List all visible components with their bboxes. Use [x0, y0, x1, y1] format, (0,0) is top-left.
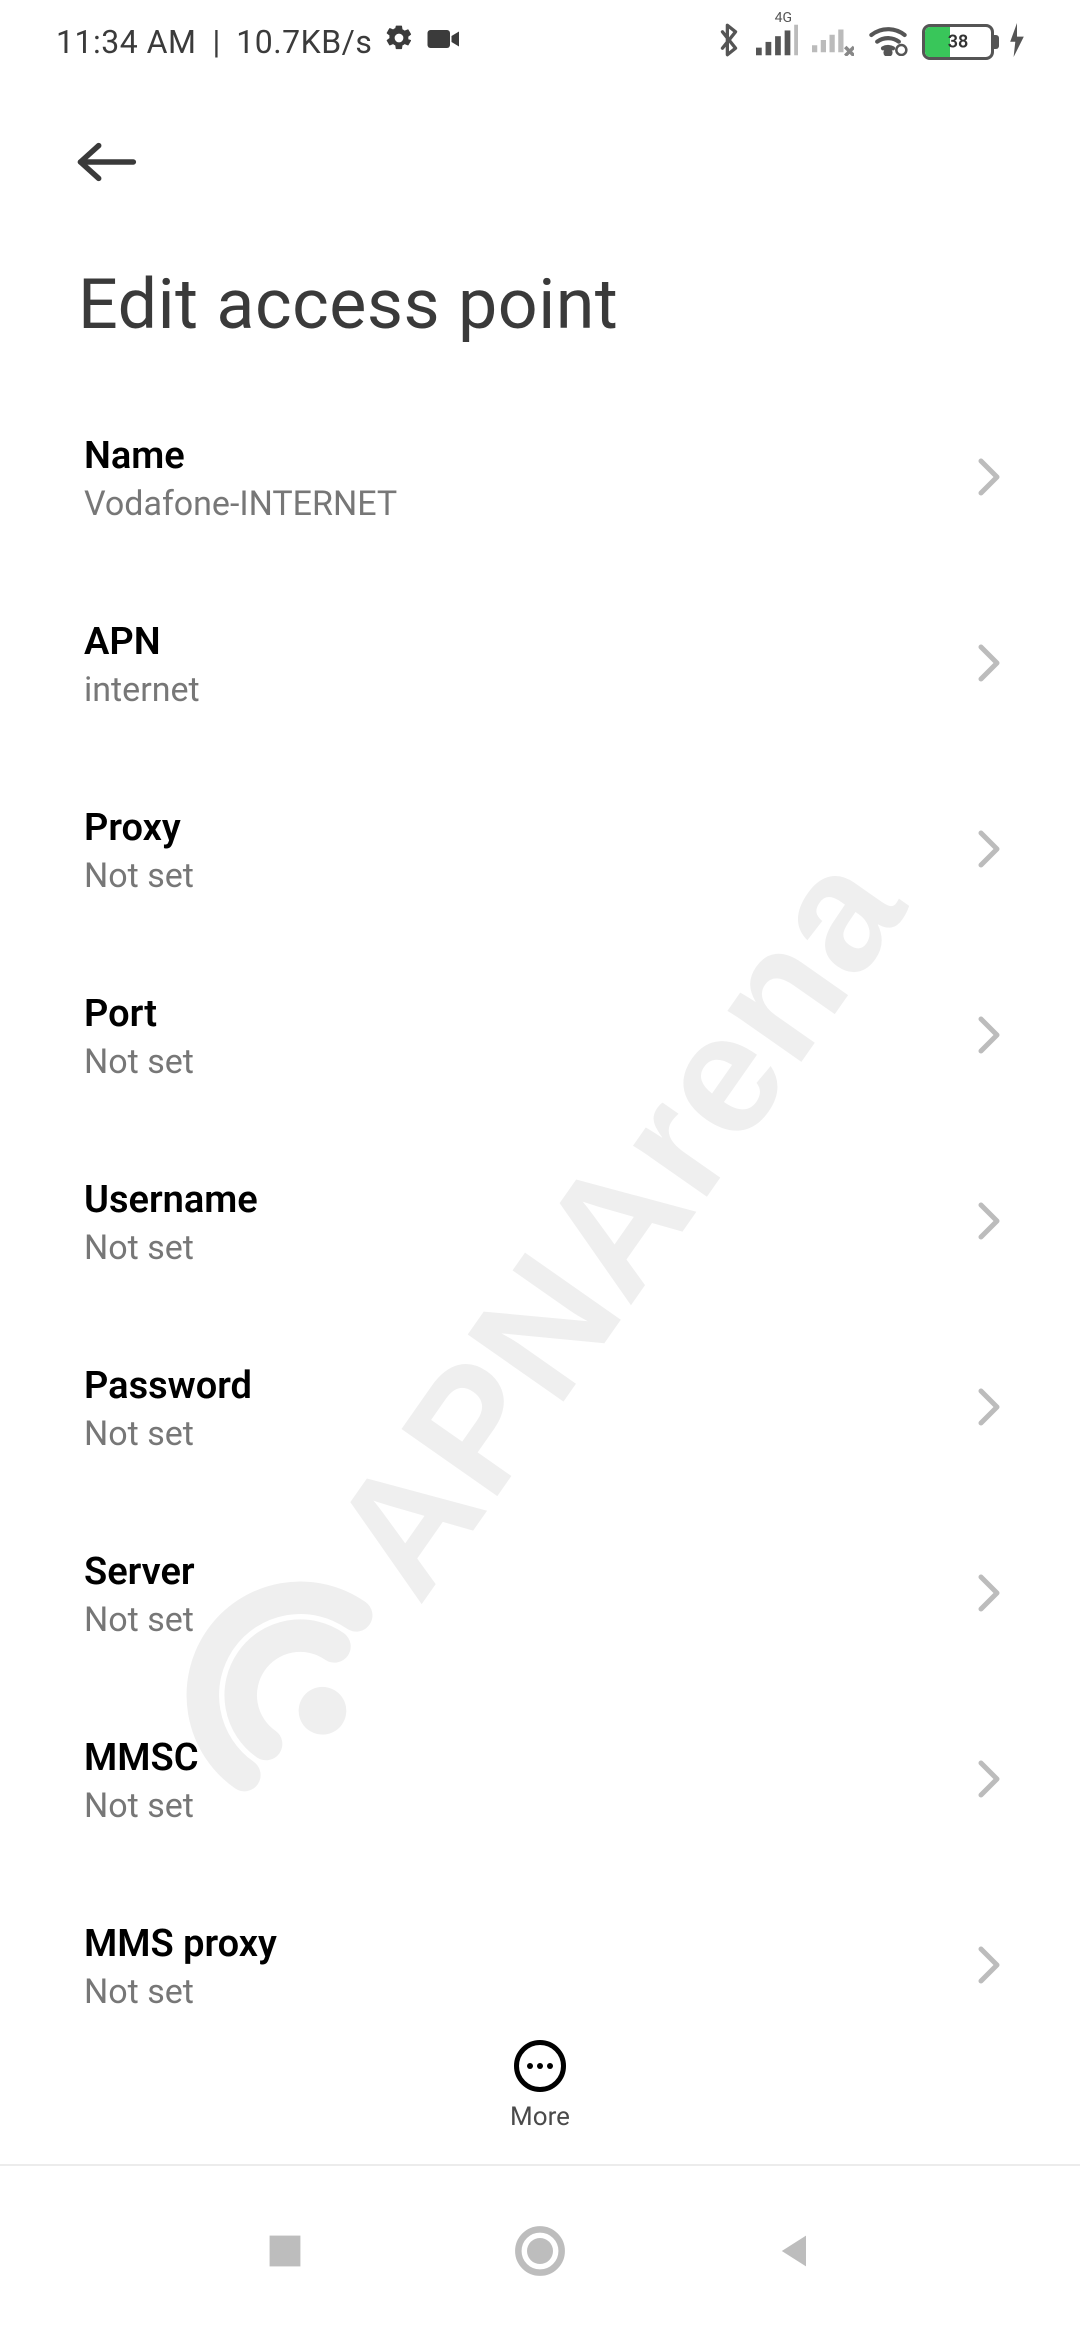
more-label: More	[510, 2102, 570, 2132]
nav-back-button[interactable]	[773, 2229, 817, 2277]
field-proxy[interactable]: Proxy Not set	[0, 758, 1080, 944]
field-label: Port	[84, 992, 194, 1036]
signal-sim1-label: 4G	[775, 10, 792, 26]
signal-sim1-icon: 4G	[756, 24, 798, 60]
nav-recent-button[interactable]	[263, 2229, 307, 2277]
status-net-speed: 10.7KB/s	[236, 23, 372, 61]
field-label: Password	[84, 1364, 252, 1408]
field-name[interactable]: Name Vodafone-INTERNET	[0, 386, 1080, 572]
status-right: 4G 38	[716, 22, 1026, 62]
field-label: Server	[84, 1550, 195, 1594]
field-value: Not set	[84, 1414, 252, 1454]
field-label: MMS proxy	[84, 1922, 277, 1966]
field-value: Not set	[84, 1786, 199, 1826]
nav-home-button[interactable]	[514, 2225, 566, 2281]
battery-icon: 38	[922, 24, 994, 60]
signal-sim2-icon	[812, 24, 854, 60]
chevron-right-icon	[976, 1573, 1002, 1617]
chevron-right-icon	[976, 643, 1002, 687]
field-username[interactable]: Username Not set	[0, 1130, 1080, 1316]
field-label: Proxy	[84, 806, 194, 850]
back-button[interactable]	[72, 128, 140, 196]
field-value: Not set	[84, 1228, 258, 1268]
chevron-right-icon	[976, 457, 1002, 501]
status-time: 11:34 AM	[56, 23, 196, 61]
field-label: Username	[84, 1178, 258, 1222]
field-value: Not set	[84, 1972, 277, 2012]
more-icon	[514, 2040, 566, 2092]
bluetooth-icon	[716, 22, 742, 62]
chevron-right-icon	[976, 829, 1002, 873]
field-value: Not set	[84, 1600, 195, 1640]
field-value: Not set	[84, 856, 194, 896]
page-title: Edit access point	[0, 202, 1080, 386]
field-password[interactable]: Password Not set	[0, 1316, 1080, 1502]
chevron-right-icon	[976, 1201, 1002, 1245]
settings-gear-icon	[384, 23, 414, 61]
field-port[interactable]: Port Not set	[0, 944, 1080, 1130]
android-nav-bar	[0, 2166, 1080, 2340]
wifi-icon	[868, 24, 908, 60]
field-label: APN	[84, 620, 200, 664]
field-value: internet	[84, 670, 200, 710]
field-label: MMSC	[84, 1736, 199, 1780]
field-value: Not set	[84, 1042, 194, 1082]
bottom-toolbar: More	[0, 2032, 1080, 2166]
field-mmsc[interactable]: MMSC Not set	[0, 1688, 1080, 1874]
settings-list: Name Vodafone-INTERNET APN internet Prox…	[0, 386, 1080, 2060]
chevron-right-icon	[976, 1387, 1002, 1431]
field-value: Vodafone-INTERNET	[84, 484, 397, 524]
field-apn[interactable]: APN internet	[0, 572, 1080, 758]
chevron-right-icon	[976, 1759, 1002, 1803]
field-server[interactable]: Server Not set	[0, 1502, 1080, 1688]
status-left: 11:34 AM | 10.7KB/s	[56, 23, 462, 61]
chevron-right-icon	[976, 1945, 1002, 1989]
charging-bolt-icon	[1008, 23, 1026, 61]
field-label: Name	[84, 434, 397, 478]
video-camera-icon	[426, 23, 462, 61]
chevron-right-icon	[976, 1015, 1002, 1059]
more-button[interactable]: More	[510, 2040, 570, 2132]
status-bar: 11:34 AM | 10.7KB/s 4G 38	[0, 0, 1080, 84]
status-separator: |	[212, 23, 220, 61]
